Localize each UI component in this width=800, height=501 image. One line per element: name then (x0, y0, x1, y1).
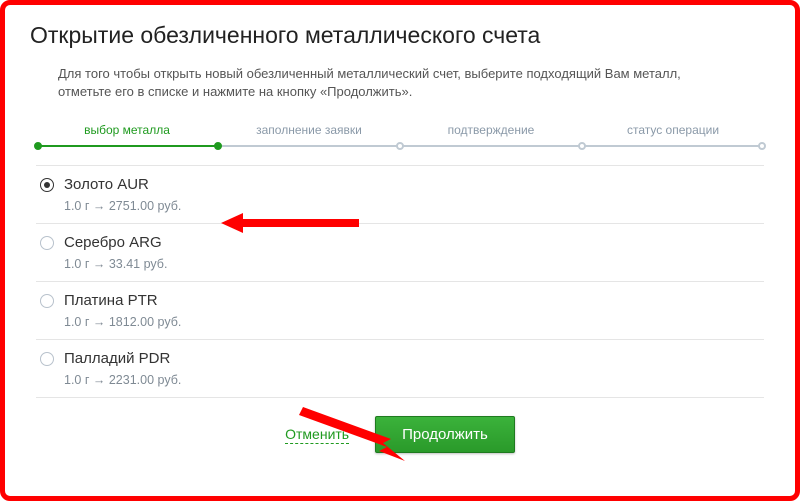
radio-icon[interactable] (40, 352, 54, 366)
page-title: Открытие обезличенного металлического сч… (30, 22, 770, 49)
metal-option[interactable]: Золото AUR 1.0 г → 2751.00 руб. (36, 165, 764, 224)
progress-steps: выбор металла заполнение заявки подтверж… (36, 121, 764, 151)
radio-icon[interactable] (40, 236, 54, 250)
metal-options-list: Золото AUR 1.0 г → 2751.00 руб. Серебро … (36, 165, 764, 398)
step-dot-icon (758, 142, 766, 150)
metal-rate: 1.0 г → 2751.00 руб. (64, 199, 764, 213)
cancel-button[interactable]: Отменить (285, 426, 349, 444)
metal-rate: 1.0 г → 1812.00 руб. (64, 315, 764, 329)
continue-button[interactable]: Продолжить (375, 416, 515, 453)
page-description: Для того чтобы открыть новый обезличенны… (58, 65, 770, 101)
metal-rate: 1.0 г → 33.41 руб. (64, 257, 764, 271)
metal-rate: 1.0 г → 2231.00 руб. (64, 373, 764, 387)
step-dot-icon (214, 142, 222, 150)
metal-name: Платина PTR (64, 292, 158, 309)
step-dot-icon (578, 142, 586, 150)
step-dot-icon (34, 142, 42, 150)
metal-option[interactable]: Серебро ARG 1.0 г → 33.41 руб. (36, 224, 764, 282)
metal-name: Палладий PDR (64, 350, 170, 367)
metal-option[interactable]: Палладий PDR 1.0 г → 2231.00 руб. (36, 340, 764, 398)
form-actions: Отменить Продолжить (30, 416, 770, 453)
metal-name: Золото AUR (64, 176, 149, 193)
radio-icon[interactable] (40, 178, 54, 192)
step-dot-icon (396, 142, 404, 150)
radio-icon[interactable] (40, 294, 54, 308)
metal-option[interactable]: Платина PTR 1.0 г → 1812.00 руб. (36, 282, 764, 340)
metal-name: Серебро ARG (64, 234, 162, 251)
